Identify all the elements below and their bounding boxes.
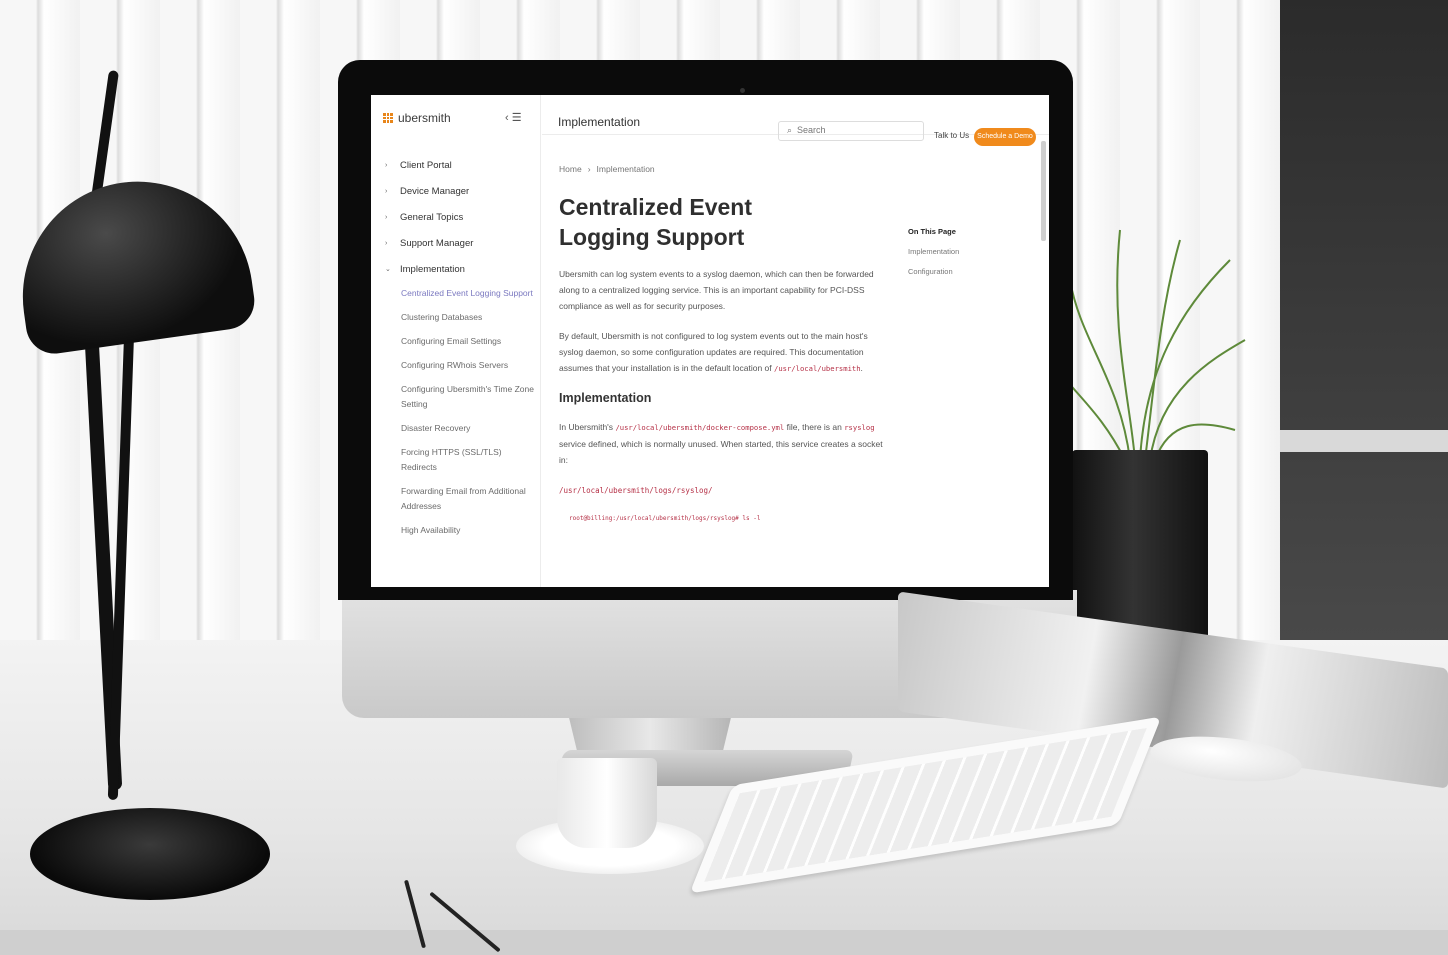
topbar-title: Implementation	[558, 115, 641, 129]
inline-code: rsyslog	[844, 423, 875, 432]
inline-code: /usr/local/ubersmith/docker-compose.yml	[615, 423, 785, 432]
chevron-right-icon: ›	[385, 188, 388, 195]
sidebar-item-label: Client Portal	[400, 160, 452, 171]
toc-item-implementation[interactable]: Implementation	[908, 247, 1028, 256]
subnav-item-rwhois[interactable]: Configuring RWhois Servers	[401, 355, 536, 379]
sidebar-item-label: Implementation	[400, 264, 465, 275]
paragraph-text: In Ubersmith's	[559, 422, 614, 432]
article: Home › Implementation Centralized Event …	[559, 157, 889, 522]
sidebar-item-label: Device Manager	[400, 186, 470, 197]
sidebar-item-label: General Topics	[400, 212, 464, 223]
breadcrumb-current[interactable]: Implementation	[597, 164, 655, 174]
lamp-base	[30, 808, 270, 900]
chevron-right-icon: ›	[385, 240, 388, 247]
sidebar-item-general-topics[interactable]: › General Topics	[385, 205, 537, 231]
paragraph-text: file, there is an	[786, 422, 842, 432]
breadcrumb-home[interactable]: Home	[559, 164, 582, 174]
chevron-right-icon: ›	[385, 214, 388, 221]
page-title: Centralized Event Logging Support	[559, 194, 752, 250]
subnav-item-forwarding-email[interactable]: Forwarding Email from Additional Address…	[401, 481, 536, 520]
sidebar-item-device-manager[interactable]: › Device Manager	[385, 179, 537, 205]
breadcrumb: Home › Implementation	[559, 164, 889, 174]
sidebar-subnav: Centralized Event Logging Support Cluste…	[401, 283, 536, 544]
schedule-demo-button[interactable]: Schedule a Demo	[974, 128, 1036, 146]
subnav-item-centralized-logging[interactable]: Centralized Event Logging Support	[401, 283, 536, 307]
subnav-item-high-availability[interactable]: High Availability	[401, 520, 536, 544]
search-input[interactable]: ⌕ Search	[778, 121, 924, 141]
menu-icon[interactable]: ‹ ☰	[505, 111, 522, 124]
sidebar-item-support-manager[interactable]: › Support Manager	[385, 231, 537, 257]
monitor-screen: ubersmith ‹ ☰ › Client Portal › Device Man…	[371, 95, 1049, 587]
toc-item-configuration[interactable]: Configuration	[908, 267, 1028, 276]
breadcrumb-separator: ›	[587, 164, 591, 174]
sidebar-item-client-portal[interactable]: › Client Portal	[385, 153, 537, 179]
monitor-camera	[740, 88, 745, 93]
dark-background	[1280, 0, 1448, 660]
paragraph-end: .	[860, 363, 863, 373]
desk-edge	[0, 930, 1448, 955]
paragraph-text: service defined, which is normally unuse…	[559, 439, 883, 465]
subnav-item-time-zone[interactable]: Configuring Ubersmith's Time Zone Settin…	[401, 379, 536, 418]
sidebar-item-implementation[interactable]: ⌄ Implementation	[385, 257, 537, 283]
topbar: Implementation ⌕ Search Talk to Us Sched…	[542, 95, 1049, 146]
chevron-right-icon: ›	[385, 162, 388, 169]
sidebar: ubersmith ‹ ☰ › Client Portal › Device Man…	[371, 95, 541, 587]
toc-title: On This Page	[908, 227, 956, 236]
terminal-code-line: root@billing:/usr/local/ubersmith/logs/r…	[569, 515, 761, 522]
sidebar-item-label: Support Manager	[400, 238, 474, 249]
subnav-item-https-redirects[interactable]: Forcing HTTPS (SSL/TLS) Redirects	[401, 442, 536, 481]
sidebar-nav: › Client Portal › Device Manager › General …	[385, 153, 537, 283]
search-icon: ⌕	[787, 125, 793, 135]
search-placeholder: Search	[797, 125, 826, 135]
section-heading: Implementation	[559, 391, 652, 405]
scrollbar[interactable]	[1041, 141, 1046, 241]
subnav-item-email-settings[interactable]: Configuring Email Settings	[401, 331, 536, 355]
coffee-cup	[557, 758, 657, 848]
default-location-paragraph: By default, Ubersmith is not configured …	[559, 328, 889, 377]
plant-illustration	[1060, 229, 1246, 460]
shelf	[1280, 430, 1448, 452]
brand-logo[interactable]: ubersmith	[383, 111, 451, 125]
brand-name: ubersmith	[398, 111, 451, 125]
rsyslog-paragraph: In Ubersmith's /usr/local/ubersmith/dock…	[559, 419, 889, 468]
chevron-down-icon: ⌄	[385, 266, 391, 273]
subnav-item-clustering[interactable]: Clustering Databases	[401, 307, 536, 331]
inline-code: /usr/local/ubersmith	[774, 364, 861, 373]
path-code-line: /usr/local/ubersmith/logs/rsyslog/	[559, 486, 713, 495]
intro-paragraph: Ubersmith can log system events to a sys…	[559, 269, 874, 311]
grid-logo-icon	[383, 113, 393, 123]
subnav-item-disaster-recovery[interactable]: Disaster Recovery	[401, 418, 536, 442]
on-this-page: On This Page Implementation Configuratio…	[908, 227, 1028, 276]
talk-to-us-link[interactable]: Talk to Us	[934, 131, 969, 140]
